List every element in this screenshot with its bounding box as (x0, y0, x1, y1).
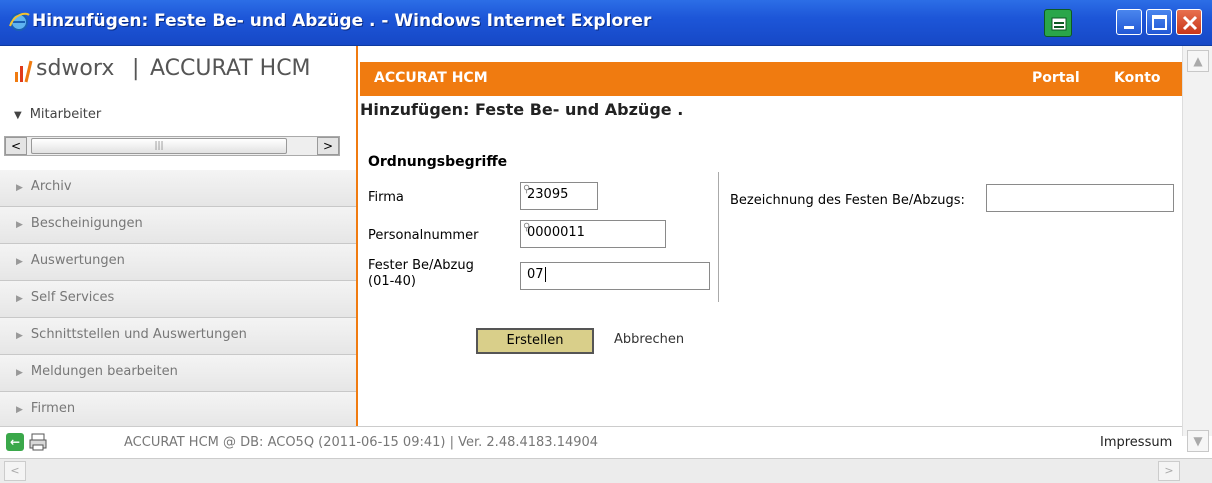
sidebar-item-label: Firmen (30, 401, 76, 416)
sidebar-nav-list: ▶ Archiv ▶ Bescheinigungen ▶ Auswertungen ▶… (0, 170, 356, 429)
fester-label-line1: Fester Be/Abzug (368, 258, 474, 273)
internet-explorer-icon (9, 12, 30, 31)
personalnummer-value: 0000011 (527, 225, 585, 240)
sidebar-item-firmen[interactable]: ▶ Firmen (0, 392, 356, 429)
brand-label: ACCURAT HCM (374, 70, 488, 86)
status-bar: ← ACCURAT HCM @ DB: ACO5Q (2011-06-15 09… (0, 426, 1182, 458)
scrollbar-thumb[interactable]: ||| (31, 138, 287, 154)
sidebar-item-label: Self Services (30, 290, 115, 305)
scroll-right-icon[interactable]: > (317, 137, 339, 155)
back-arrow-icon[interactable]: ← (6, 433, 24, 451)
fester-abzug-value: 07 (527, 267, 544, 282)
sidebar-item-bescheinigungen[interactable]: ▶ Bescheinigungen (0, 207, 356, 244)
section-title: Ordnungsbegriffe (368, 154, 508, 170)
fester-label: Fester Be/Abzug (01-40) (368, 258, 474, 290)
triangle-right-icon: ▶ (16, 220, 23, 230)
sidebar-item-label: Schnittstellen und Auswertungen (30, 327, 247, 342)
triangle-right-icon: ▶ (16, 183, 23, 193)
logo-company: sdworx (36, 56, 115, 81)
triangle-right-icon: ▶ (16, 294, 23, 304)
triangle-right-icon: ▶ (16, 368, 23, 378)
sidebar-item-archiv[interactable]: ▶ Archiv (0, 170, 356, 207)
scroll-down-icon[interactable]: ▼ (1187, 430, 1209, 452)
erstellen-button[interactable]: Erstellen (476, 328, 594, 354)
horizontal-scrollbar[interactable]: < > (0, 458, 1212, 483)
fester-label-line2: (01-40) (368, 274, 416, 289)
sidebar-item-label: Bescheinigungen (30, 216, 143, 231)
window-title: Hinzufügen: Feste Be- und Abzüge . - Win… (32, 11, 652, 31)
status-info: ACCURAT HCM @ DB: ACO5Q (2011-06-15 09:4… (124, 435, 599, 450)
logo-separator: | (132, 56, 140, 81)
scroll-left-icon[interactable]: < (4, 461, 26, 481)
window-titlebar: Hinzufügen: Feste Be- und Abzüge . - Win… (0, 0, 1212, 46)
bezeichnung-label: Bezeichnung des Festen Be/Abzugs: (730, 193, 965, 208)
maximize-button[interactable] (1146, 9, 1172, 35)
scroll-up-icon[interactable]: ▲ (1187, 50, 1209, 72)
personalnummer-label: Personalnummer (368, 228, 479, 243)
sidebar-section-mitarbeiter[interactable]: ▼ Mitarbeiter (0, 100, 352, 130)
form-column-divider (718, 172, 719, 302)
logo-app-name: ACCURAT HCM (150, 56, 311, 81)
vertical-scrollbar[interactable]: ▲ ▼ (1182, 46, 1212, 452)
top-navigation-bar: ACCURAT HCM Portal Konto (360, 62, 1182, 96)
sidebar: sdworx | ACCURAT HCM ▼ Mitarbeiter < ||| … (0, 46, 358, 429)
abbrechen-link[interactable]: Abbrechen (614, 332, 684, 347)
triangle-right-icon: ▶ (16, 405, 23, 415)
impressum-link[interactable]: Impressum (1100, 435, 1172, 450)
sidebar-item-schnittstellen[interactable]: ▶ Schnittstellen und Auswertungen (0, 318, 356, 355)
triangle-right-icon: ▶ (16, 331, 23, 341)
konto-link[interactable]: Konto (1114, 70, 1161, 86)
sidebar-item-meldungen[interactable]: ▶ Meldungen bearbeiten (0, 355, 356, 392)
sidebar-item-label: Auswertungen (30, 253, 125, 268)
bezeichnung-field[interactable] (986, 184, 1174, 212)
section-label: Mitarbeiter (29, 107, 102, 122)
sidebar-item-label: Meldungen bearbeiten (30, 364, 178, 379)
scroll-left-icon[interactable]: < (5, 137, 27, 155)
main-frame: ACCURAT HCM Portal Konto Hinzufügen: Fes… (360, 62, 1182, 424)
close-button[interactable] (1176, 9, 1202, 35)
firma-label: Firma (368, 190, 404, 205)
personalnummer-field[interactable]: ⚲ 0000011 (520, 220, 666, 248)
page-title: Hinzufügen: Feste Be- und Abzüge . (360, 100, 684, 119)
portal-link[interactable]: Portal (1032, 70, 1080, 86)
scroll-right-icon[interactable]: > (1158, 461, 1180, 481)
firma-field[interactable]: ⚲ 23095 (520, 182, 598, 210)
sidebar-item-label: Archiv (30, 179, 72, 194)
printer-icon[interactable] (1044, 9, 1072, 37)
minimize-button[interactable] (1116, 9, 1142, 35)
fester-abzug-field[interactable]: 07 (520, 262, 710, 290)
triangle-right-icon: ▶ (16, 257, 23, 267)
triangle-down-icon: ▼ (14, 110, 22, 121)
sidebar-item-self-services[interactable]: ▶ Self Services (0, 281, 356, 318)
sidebar-horizontal-scrollbar[interactable]: < ||| > (4, 136, 340, 156)
sdworx-logo-icon (15, 60, 33, 83)
print-icon[interactable] (28, 432, 48, 452)
search-icon: ⚲ (523, 184, 531, 195)
sidebar-item-auswertungen[interactable]: ▶ Auswertungen (0, 244, 356, 281)
firma-value: 23095 (527, 187, 569, 202)
search-icon: ⚲ (523, 222, 531, 233)
